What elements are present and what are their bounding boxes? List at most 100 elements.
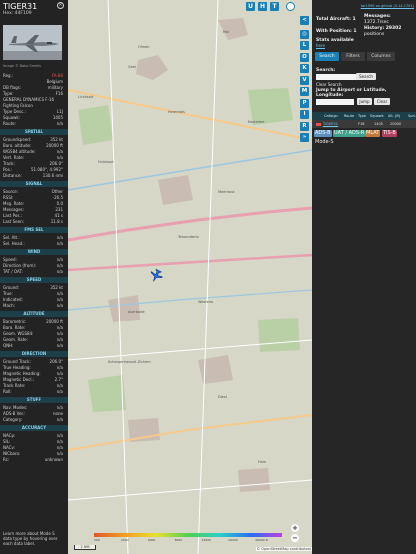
altitude-label: 8000 (174, 538, 183, 542)
zoom-out-button[interactable]: − (291, 534, 299, 542)
row-alt: 20000 (390, 122, 402, 126)
info-key[interactable]: Rc: (3, 457, 9, 463)
place-label: Hulshout (98, 160, 114, 164)
info-value: n/a (56, 417, 63, 422)
col-type[interactable]: Type (358, 114, 366, 118)
tag-mlat: MLAT (365, 130, 381, 137)
info-footer-line: Learn more about Mode S (3, 531, 63, 536)
layer-button-5[interactable]: V (300, 75, 309, 85)
section-accuracy-header[interactable]: ACCURACY (0, 425, 68, 431)
info-key[interactable]: Sel. Head.: (3, 241, 25, 247)
layer-button-0[interactable]: < (300, 16, 309, 25)
altitude-label: 4000 (147, 538, 156, 542)
section-speed-header[interactable]: SPEED (0, 277, 68, 283)
place-label: Tessenderlo (178, 235, 199, 239)
col-callsign[interactable]: Callsign (324, 114, 338, 118)
info-key[interactable]: TAT / OAT: (3, 269, 23, 275)
info-key[interactable]: Route: (3, 121, 16, 127)
total-aircraft: Total Aircraft: 1 (316, 17, 356, 22)
info-value: n/a (56, 303, 63, 308)
search-button[interactable]: Search (356, 73, 376, 80)
map-button-u[interactable]: U (246, 2, 255, 11)
section-fms-header[interactable]: FMS SEL (0, 227, 68, 233)
layer-button-10[interactable]: » (300, 133, 309, 142)
layer-button-7[interactable]: P (300, 98, 309, 108)
place-label: Scherpenheuvel-Zichem (108, 360, 151, 364)
map-tiles (68, 0, 312, 554)
clear-search-button[interactable]: Clear Search (316, 81, 348, 88)
section-altitude-header[interactable]: ALTITUDE (0, 311, 68, 317)
place-label: Mol (223, 30, 230, 34)
info-key[interactable]: Category: (3, 417, 22, 423)
messages-label: Messages: (364, 14, 391, 19)
layer-button-3[interactable]: O (300, 52, 309, 62)
info-key[interactable]: Distance: (3, 173, 22, 179)
aircraft-info-panel: TIGER31 Hex: 44F109 × Image © Babz Smell… (0, 0, 68, 554)
row-callsign[interactable]: TIGER31 (323, 122, 338, 126)
info-value: unknown (44, 457, 63, 462)
jump-button[interactable]: Jump (357, 98, 372, 105)
aircraft-table-header: Callsign Route Type Squawk Alt. (ft) Spd… (312, 112, 416, 120)
section-signal-header[interactable]: SIGNAL (0, 181, 68, 187)
info-row: Rc: unknown (3, 457, 63, 463)
table-row[interactable]: TIGER31 F16 1405 20000 (312, 120, 416, 128)
info-row: Mach: n/a (3, 303, 63, 309)
info-row: Roll: n/a (3, 389, 63, 395)
layer-button-1[interactable]: ◎ (300, 29, 309, 39)
layer-button-9[interactable]: R (300, 121, 309, 131)
info-value: 130.6 nmi (42, 173, 63, 178)
search-label: Search: (316, 68, 336, 73)
col-route[interactable]: Route (344, 114, 354, 118)
info-key[interactable]: Last Seen: (3, 219, 24, 225)
info-key[interactable]: QNH: (3, 343, 14, 349)
version-link[interactable]: tar1090 on github (3.14.1701) (361, 4, 414, 8)
section-direction-header[interactable]: DIRECTION (0, 351, 68, 357)
map-view[interactable]: Mol Olmen Geel Hulshout Meerhout Tessenderlo A… (68, 0, 312, 554)
info-key[interactable]: Roll: (3, 389, 12, 395)
altitude-color-bar (94, 533, 282, 537)
altitude-label: 13000 (201, 538, 211, 542)
messages-value: 1372.7/sec (364, 20, 389, 25)
info-footer-line: data type by hovering over (3, 536, 63, 541)
close-icon[interactable]: × (57, 2, 64, 9)
place-label: Averbode (128, 310, 145, 314)
section-spatial-header[interactable]: SPATIAL (0, 129, 68, 135)
info-value: n/a (56, 389, 63, 394)
info-row: Route: n/a (3, 121, 63, 127)
layer-button-6[interactable]: M (300, 87, 309, 96)
section-stuff-header[interactable]: STUFF (0, 397, 68, 403)
zoom-in-button[interactable]: + (291, 524, 299, 532)
stats-link[interactable]: here (316, 43, 325, 48)
info-key[interactable]: Mach: (3, 303, 15, 309)
settings-gear-icon[interactable] (286, 2, 295, 11)
info-value: 11.8 s (50, 219, 63, 224)
info-footer-line: each data label. (3, 541, 63, 546)
row-type: F16 (358, 122, 365, 126)
flag-icon (316, 122, 321, 126)
layer-button-2[interactable]: L (300, 41, 309, 50)
info-row: QNH: n/a (3, 343, 63, 349)
map-button-t[interactable]: T (270, 2, 279, 11)
layer-button-4[interactable]: K (300, 64, 309, 73)
section-wind-header[interactable]: WIND (0, 249, 68, 255)
col-squawk[interactable]: Squawk (370, 114, 384, 118)
jet-photo-icon (3, 25, 62, 60)
col-spd[interactable]: Spd. (408, 114, 416, 118)
jump-input[interactable] (316, 99, 354, 105)
map-button-h[interactable]: H (258, 2, 267, 11)
place-label: Kasterlee (248, 120, 265, 124)
info-row: Category: n/a (3, 417, 63, 423)
aircraft-photo[interactable] (3, 25, 62, 60)
clear-jump-button[interactable]: Clear (374, 98, 390, 105)
altitude-label: 500 (94, 538, 100, 542)
map-attribution[interactable]: © OpenStreetMap contributors (255, 547, 312, 551)
row-squawk: 1405 (374, 122, 383, 126)
tab-columns[interactable]: Columns (367, 52, 395, 61)
layer-button-8[interactable]: I (300, 110, 309, 119)
col-alt[interactable]: Alt. (ft) (388, 114, 400, 118)
tab-filters[interactable]: Filters (341, 52, 365, 61)
place-label: Meerhout (218, 190, 235, 194)
tab-search[interactable]: Search (315, 52, 339, 61)
tag-modes: Mode-S (315, 139, 334, 145)
tag-tisb: TIS-B (382, 130, 397, 137)
